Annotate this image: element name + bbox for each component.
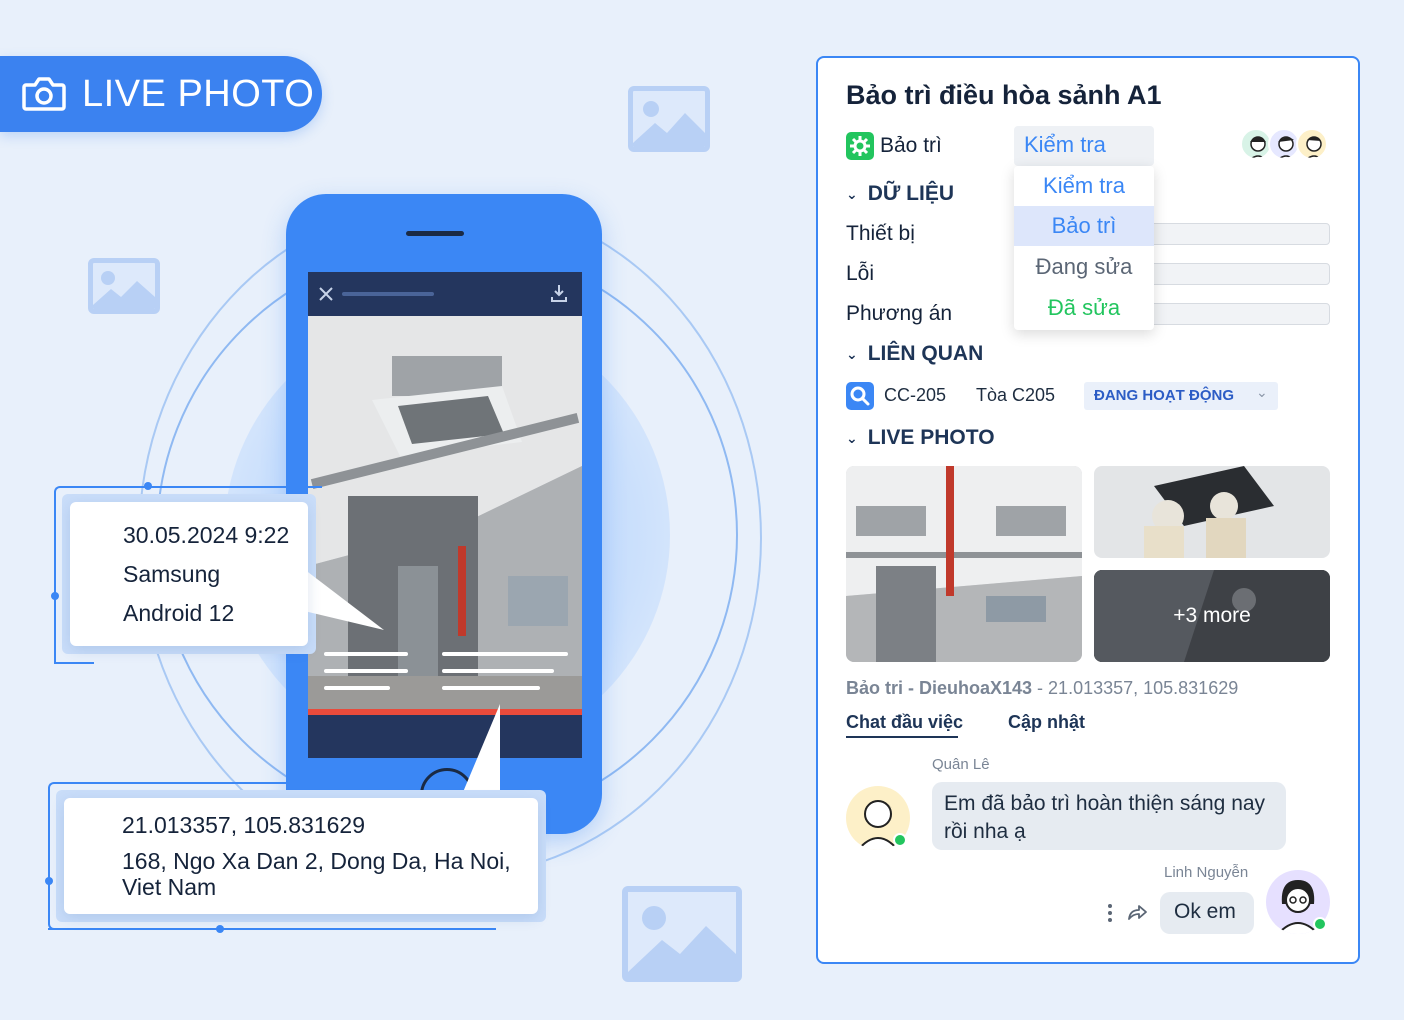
field-error-input[interactable] [1150,263,1330,285]
frame-dot [45,877,53,885]
avatar [1296,128,1328,160]
status-dropdown-menu: Kiểm tra Bảo trì Đang sửa Đã sửa [1014,166,1154,330]
card-pointer [300,566,384,630]
related-name: Tòa C205 [976,385,1056,405]
download-icon[interactable] [550,284,568,302]
tab-update[interactable]: Cập nhật [1008,712,1085,733]
photo-caption: Bảo tri - DieuhoaX143 - 21.013357, 105.8… [846,678,1238,699]
message-bubble[interactable]: Ok em [1160,892,1254,934]
ceiling-photo [308,316,582,712]
address-text: 168, Ngo Xa Dan 2, Dong Da, Ha Noi, Viet… [122,848,511,900]
photo-thumbnail-more[interactable]: +3 more [1094,570,1330,662]
field-label-device: Thiết bị [846,222,915,245]
section-related-label: LIÊN QUAN [867,342,984,365]
frame-dot [51,592,59,600]
photo-thumbnail-main[interactable] [846,466,1082,662]
live-photo-badge: LIVE PHOTO [0,56,322,132]
search-icon[interactable] [846,382,874,410]
frame-dot [216,925,224,933]
message-text: Ok em [1174,900,1236,923]
related-code[interactable]: CC-205 [884,385,946,406]
badge-label: LIVE PHOTO [82,72,315,115]
section-photo-header[interactable]: ⌄ LIVE PHOTO [846,426,995,450]
status-option-kiem-tra[interactable]: Kiểm tra [1014,166,1154,206]
camera-icon [22,77,66,111]
task-title: Bảo trì điều hòa sảnh A1 [846,80,1162,110]
image-placeholder-icon [88,258,160,314]
device-text: Samsung [123,561,221,587]
more-options-icon[interactable] [1104,902,1116,924]
close-icon[interactable] [319,287,333,301]
message-bubble[interactable]: Em đã bảo trì hoàn thiện sáng nay rồi nh… [932,782,1286,850]
card-frame [48,928,496,930]
section-data-header[interactable]: ⌄ DỮ LIỆU [846,182,954,206]
os-text: Android 12 [123,600,235,626]
chevron-down-icon: ⌄ [846,429,858,446]
field-device-input[interactable] [1150,223,1330,245]
phone-screen [308,272,582,758]
section-photo-label: LIVE PHOTO [867,426,995,449]
message-author: Quân Lê [932,756,990,773]
phone-speaker [406,231,464,236]
tab-chat[interactable]: Chat đầu việc [846,712,963,733]
related-status-select[interactable]: ĐANG HOẠT ĐỘNG ⌄ [1084,382,1278,410]
field-label-solution: Phương án [846,302,953,325]
status-selected-value: Kiểm tra [1024,132,1106,157]
device-info-card: 30.05.2024 9:22 Samsung Android 12 [70,502,308,646]
status-option-bao-tri[interactable]: Bảo trì [1014,206,1154,246]
online-indicator [1313,917,1327,931]
field-label-error: Lỗi [846,262,875,285]
chevron-down-icon: ⌄ [846,185,858,202]
chevron-down-icon: ⌄ [1256,384,1268,400]
section-data-label: DỮ LIỆU [867,182,954,205]
viewer-toolbar [308,272,582,316]
field-solution-input[interactable] [1150,303,1330,325]
photo-caption-rest: - 21.013357, 105.831629 [1032,678,1239,698]
status-option-da-sua[interactable]: Đã sửa [1014,288,1154,328]
coordinates-text: 21.013357, 105.831629 [122,812,366,838]
category-label: Bảo trì [880,134,942,157]
image-placeholder-icon [628,86,710,152]
chevron-down-icon: ⌄ [846,345,858,362]
section-related-header[interactable]: ⌄ LIÊN QUAN [846,342,983,366]
timestamp-text: 30.05.2024 9:22 [123,522,290,548]
status-select[interactable]: Kiểm tra [1014,126,1154,166]
photo-thumbnail-2[interactable] [1094,466,1330,558]
forward-icon[interactable] [1126,902,1148,922]
status-option-dang-sua[interactable]: Đang sửa [1014,247,1154,287]
tab-chat-underline [846,736,958,738]
image-placeholder-icon [622,886,742,982]
assignee-avatars[interactable] [1240,128,1330,162]
online-indicator [893,833,907,847]
message-author: Linh Nguyễn [1164,864,1249,881]
location-info-card: 21.013357, 105.831629 168, Ngo Xa Dan 2,… [64,798,538,914]
category-icon [846,132,874,160]
more-photos-label: +3 more [1173,604,1251,627]
frame-dot [144,482,152,490]
photo-caption-bold: Bảo tri - DieuhoaX143 [846,678,1033,698]
related-status-label: ĐANG HOẠT ĐỘNG [1094,387,1234,404]
message-text: Em đã bảo trì hoàn thiện sáng nay rồi nh… [944,792,1266,843]
progress-track [342,292,434,296]
